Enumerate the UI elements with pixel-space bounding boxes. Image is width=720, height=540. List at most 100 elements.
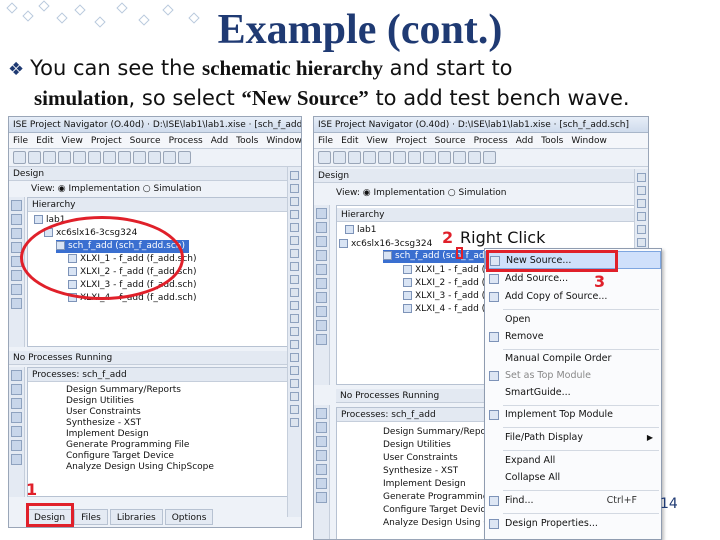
process-item[interactable]: User Constraints (383, 452, 458, 465)
process-item[interactable]: Analyze Design Using ChipScope (66, 461, 214, 474)
menu-view[interactable]: View (367, 136, 388, 146)
save-icon[interactable] (43, 151, 56, 164)
hierarchy-highlight-ellipse (20, 216, 184, 300)
help-icon[interactable] (483, 151, 496, 164)
menu-separator (503, 427, 659, 428)
help-icon[interactable] (178, 151, 191, 164)
menu-view[interactable]: View (62, 136, 83, 146)
slide-title: Example (cont.) (217, 7, 503, 53)
left-processes-header: Processes: sch_f_add (28, 368, 288, 382)
undo-icon[interactable] (423, 151, 436, 164)
bullet-text-b: schematic hierarchy (202, 56, 383, 80)
left-menu-bar: File Edit View Project Source Process Ad… (9, 133, 301, 149)
cut-icon[interactable] (378, 151, 391, 164)
left-design-sidebar (9, 197, 25, 347)
menu-item-smartguide[interactable]: SmartGuide... (485, 384, 661, 402)
find-icon (489, 496, 499, 506)
process-item[interactable]: Implement Design (383, 478, 466, 491)
menu-project[interactable]: Project (396, 136, 427, 146)
menu-separator (503, 513, 659, 514)
zoom-icon[interactable] (453, 151, 466, 164)
context-menu: New Source... Add Source... Add Copy of … (484, 248, 662, 540)
redo-icon[interactable] (133, 151, 146, 164)
tree-item-lab1[interactable]: lab1 (345, 224, 376, 237)
find-icon[interactable] (468, 151, 481, 164)
menu-item-add-source[interactable]: Add Source... (485, 270, 661, 288)
menu-source[interactable]: Source (435, 136, 466, 146)
open-icon[interactable] (333, 151, 346, 164)
menu-item-remove[interactable]: Remove (485, 328, 661, 346)
tab-files[interactable]: Files (74, 509, 108, 525)
right-process-sidebar (314, 405, 330, 539)
menu-item-set-as-top-module[interactable]: Set as Top Module (485, 367, 661, 385)
tab-libraries[interactable]: Libraries (109, 509, 163, 525)
menu-item-open[interactable]: Open (485, 311, 661, 329)
find-icon[interactable] (163, 151, 176, 164)
new-source-highlight-box (486, 250, 618, 272)
menu-edit[interactable]: Edit (36, 136, 53, 146)
left-view-row[interactable]: View: ◉ Implementation ○ Simulation (31, 183, 289, 196)
zoom-icon[interactable] (148, 151, 161, 164)
right-menu-bar: File Edit View Project Source Process Ad… (314, 133, 648, 149)
process-item[interactable]: Configure Target Device (383, 504, 491, 517)
right-view-row[interactable]: View: ◉ Implementation ○ Simulation (336, 187, 636, 200)
menu-add[interactable]: Add (516, 136, 533, 146)
process-item[interactable]: Design Utilities (383, 439, 451, 452)
menu-window[interactable]: Window (571, 136, 607, 146)
menu-process[interactable]: Process (474, 136, 508, 146)
right-click-label: Right Click (460, 228, 546, 247)
process-item[interactable]: Design Summary/Repo... (383, 426, 495, 439)
left-process-sidebar (9, 367, 25, 497)
print-icon[interactable] (58, 151, 71, 164)
save-icon[interactable] (348, 151, 361, 164)
menu-item-design-properties[interactable]: Design Properties... (485, 515, 661, 533)
right-toolbar (314, 149, 648, 167)
menu-item-expand-all[interactable]: Expand All (485, 452, 661, 470)
redo-icon[interactable] (438, 151, 451, 164)
menu-tools[interactable]: Tools (236, 136, 258, 146)
bullet-text-so-select: , so select (128, 86, 242, 110)
menu-item-add-copy-of-source[interactable]: Add Copy of Source... (485, 288, 661, 306)
menu-separator (503, 450, 659, 451)
paste-icon[interactable] (408, 151, 421, 164)
menu-item-manual-compile-order[interactable]: Manual Compile Order (485, 350, 661, 368)
slide: Example (cont.) ❖ You can see the schemat… (0, 0, 720, 540)
menu-edit[interactable]: Edit (341, 136, 358, 146)
process-item[interactable]: Analyze Design Using C... (383, 517, 498, 530)
left-no-process-bar: No Processes Running (9, 351, 289, 365)
tab-options[interactable]: Options (164, 509, 214, 525)
menu-process[interactable]: Process (169, 136, 203, 146)
menu-item-collapse-all[interactable]: Collapse All (485, 469, 661, 487)
left-schematic-toolbar (287, 167, 301, 517)
bullet-icon: ❖ (8, 59, 25, 80)
left-toolbar (9, 149, 301, 167)
menu-source[interactable]: Source (130, 136, 161, 146)
menu-item-file-path-display[interactable]: File/Path Display ▶ (485, 429, 661, 447)
print-icon[interactable] (363, 151, 376, 164)
cut-icon[interactable] (73, 151, 86, 164)
menu-separator (503, 490, 659, 491)
copy-icon[interactable] (393, 151, 406, 164)
copy-icon[interactable] (88, 151, 101, 164)
menu-project[interactable]: Project (91, 136, 122, 146)
menu-item-find[interactable]: Find... Ctrl+F (485, 492, 661, 510)
implement-icon (489, 410, 499, 420)
left-design-header: Design (9, 167, 289, 181)
menu-window[interactable]: Window (266, 136, 301, 146)
menu-item-implement-top-module[interactable]: Implement Top Module (485, 406, 661, 424)
menu-add[interactable]: Add (211, 136, 228, 146)
menu-file[interactable]: File (13, 136, 28, 146)
new-icon[interactable] (318, 151, 331, 164)
menu-tools[interactable]: Tools (541, 136, 563, 146)
open-icon[interactable] (28, 151, 41, 164)
design-tab-highlight-box (26, 503, 74, 527)
right-design-header: Design (314, 169, 636, 183)
add-source-icon (489, 274, 499, 284)
paste-icon[interactable] (103, 151, 116, 164)
process-item[interactable]: Generate Programming... (383, 491, 497, 504)
process-item[interactable]: Synthesize - XST (383, 465, 458, 478)
undo-icon[interactable] (118, 151, 131, 164)
properties-icon (489, 519, 499, 529)
new-icon[interactable] (13, 151, 26, 164)
menu-file[interactable]: File (318, 136, 333, 146)
